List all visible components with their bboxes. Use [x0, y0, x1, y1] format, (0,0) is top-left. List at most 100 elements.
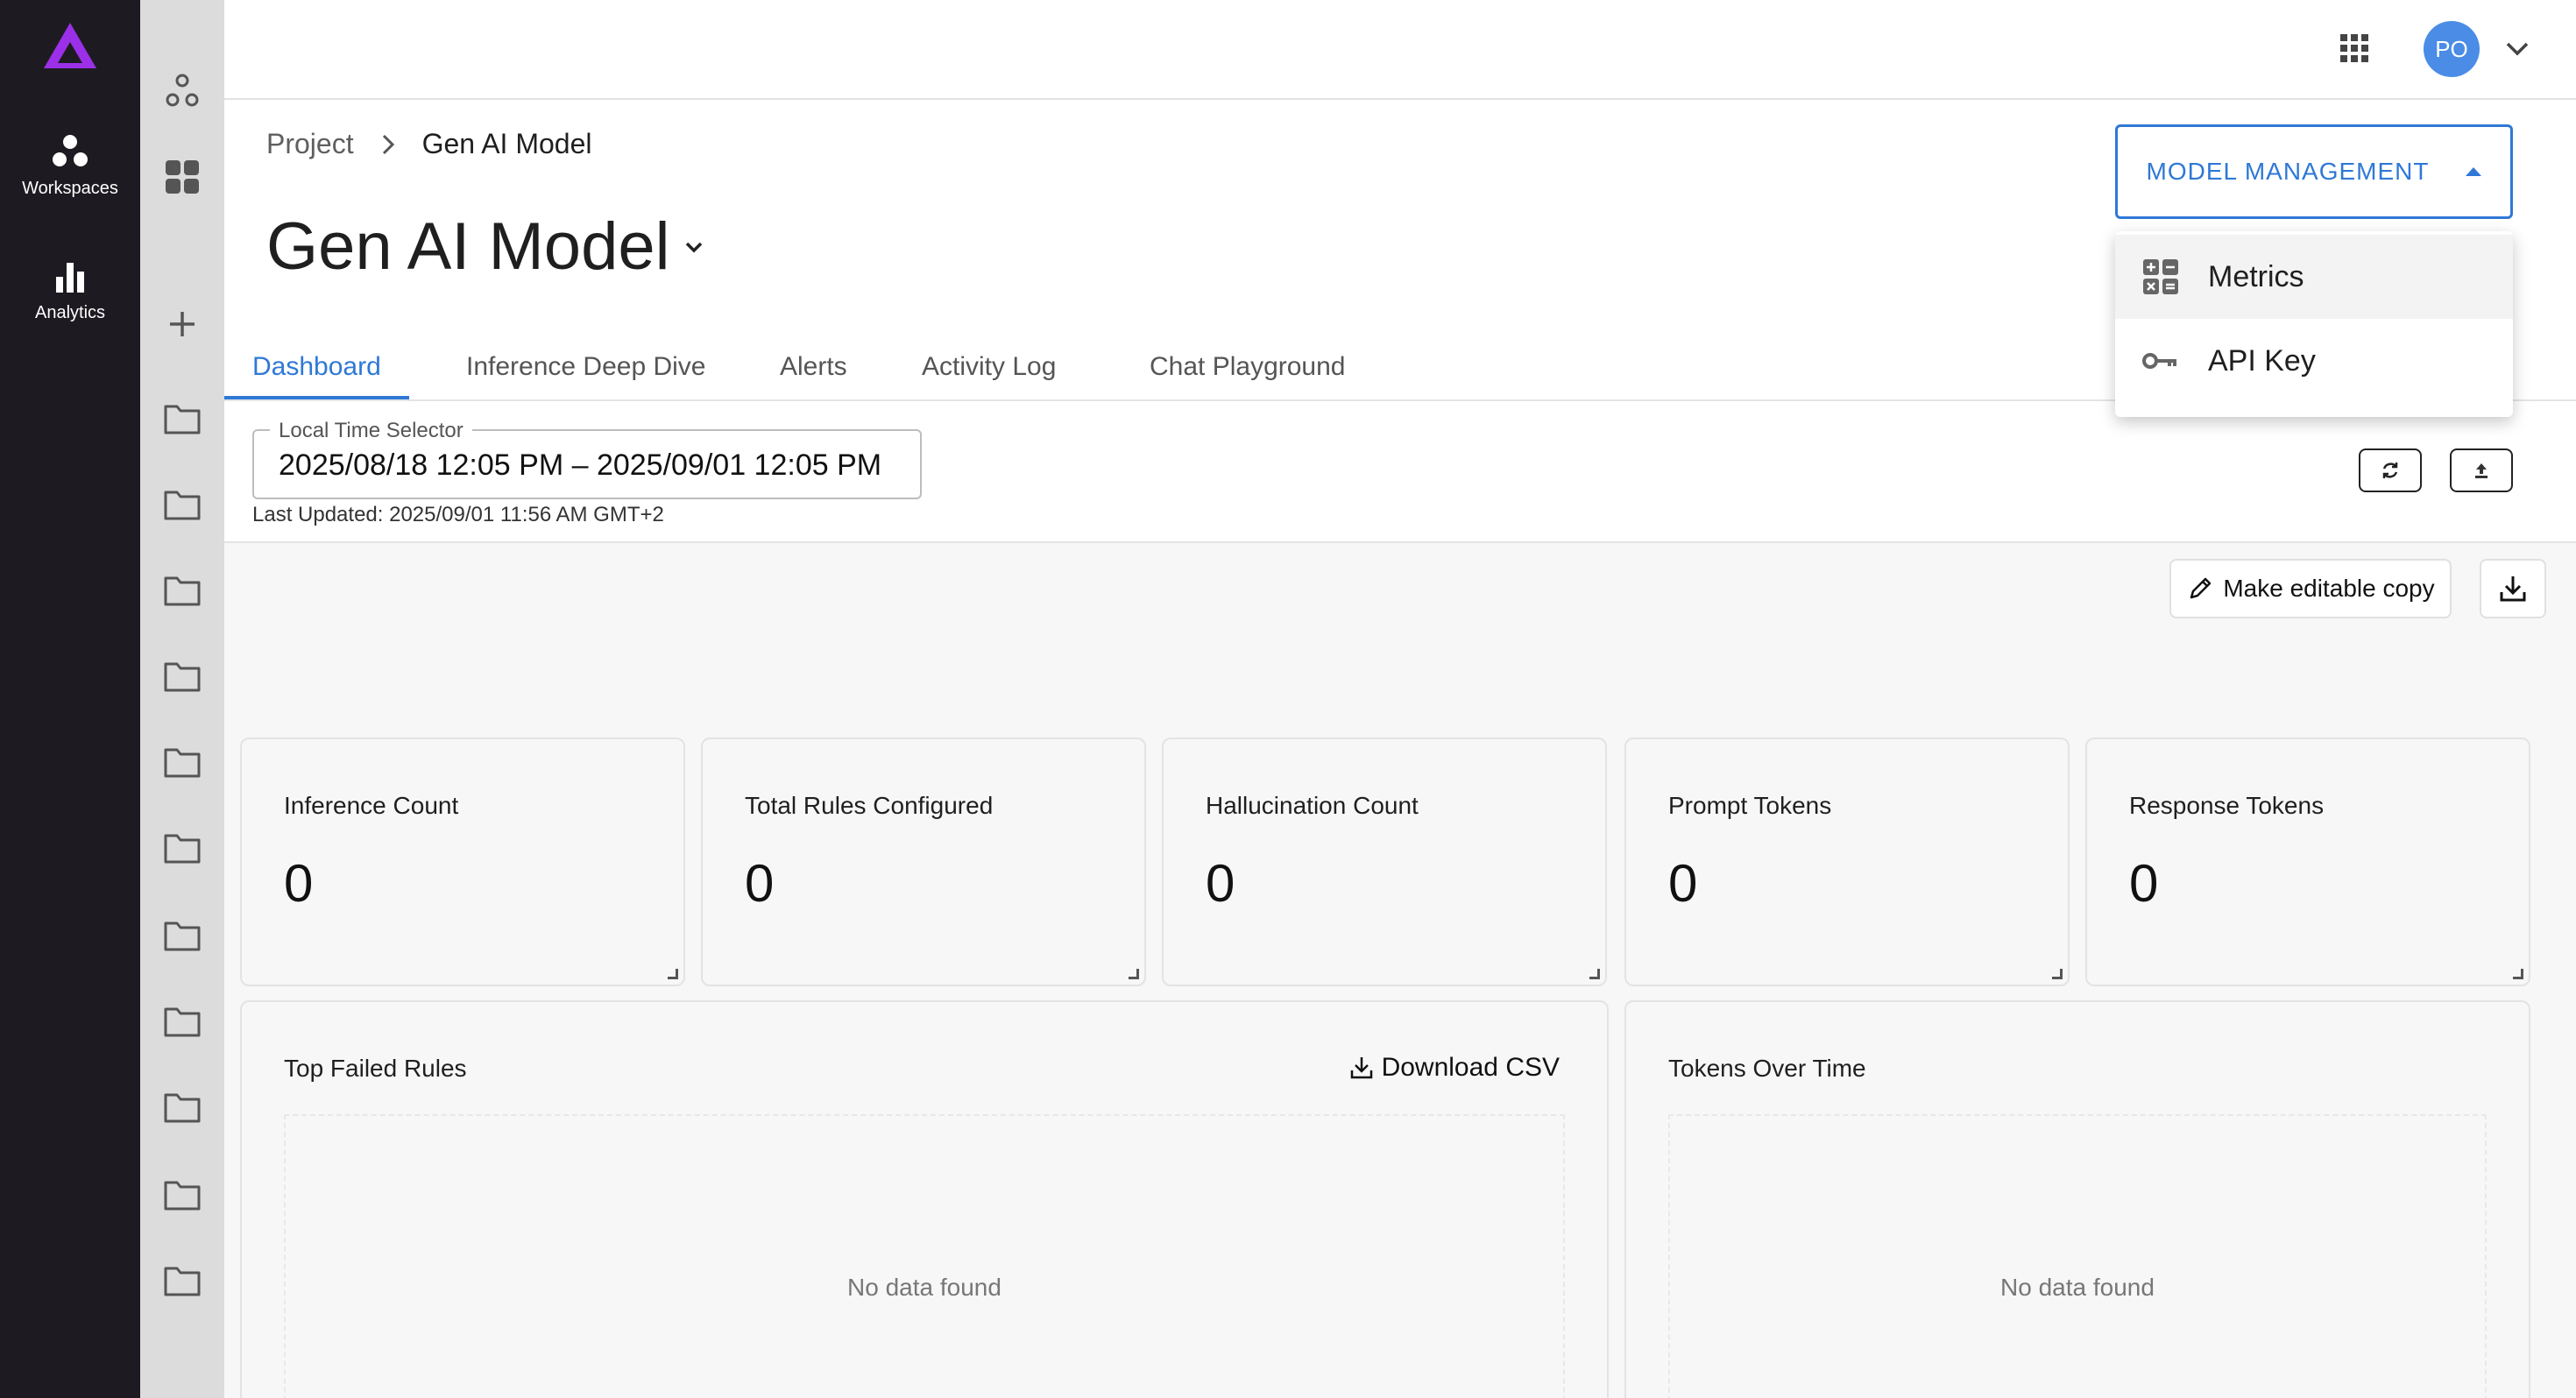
rail-folder-7[interactable] — [140, 909, 224, 962]
key-icon — [2141, 342, 2180, 380]
top-bar: PO — [224, 0, 2576, 100]
nav-item-label: Analytics — [34, 303, 106, 322]
menu-item-label: Metrics — [2208, 259, 2304, 293]
nav-item-label: Workspaces — [22, 179, 118, 198]
caret-up-icon — [2465, 166, 2482, 177]
rail-folder-3[interactable] — [140, 564, 224, 617]
refresh-button[interactable] — [2359, 448, 2422, 492]
empty-state-text: No data found — [2000, 1274, 2155, 1301]
stat-card-hallucination-count: Hallucination Count 0 — [1162, 738, 1607, 986]
resize-handle[interactable] — [1129, 969, 1139, 979]
nav-item-workspaces[interactable]: Workspaces — [0, 131, 140, 199]
stat-title: Inference Count — [284, 792, 459, 819]
nav-item-analytics[interactable]: Analytics — [0, 259, 140, 323]
tab-chat-playground[interactable]: Chat Playground — [1122, 342, 1373, 399]
page-title-row: Gen AI Model — [266, 208, 705, 285]
stat-value: 0 — [284, 854, 314, 913]
folder-icon — [164, 1181, 201, 1211]
model-switcher-chevron-icon[interactable] — [683, 238, 705, 256]
app-logo[interactable] — [40, 19, 100, 74]
rail-workspaces-button[interactable] — [140, 65, 224, 117]
chart-area — [284, 1114, 1565, 1398]
rail-folder-1[interactable] — [140, 392, 224, 445]
chart-area — [1668, 1114, 2487, 1398]
menu-item-metrics[interactable]: Metrics — [2115, 235, 2513, 319]
folder-icon — [164, 1267, 201, 1296]
resize-handle[interactable] — [2052, 969, 2063, 979]
stat-value: 0 — [1206, 854, 1235, 913]
rail-add-button[interactable] — [140, 298, 224, 350]
plus-icon — [170, 312, 195, 336]
resize-handle[interactable] — [1589, 969, 1600, 979]
make-editable-copy-button[interactable]: Make editable copy — [2169, 559, 2452, 618]
stat-value: 0 — [745, 854, 775, 913]
rail-folder-4[interactable] — [140, 650, 224, 703]
breadcrumb-current: Gen AI Model — [421, 128, 592, 159]
stat-title: Hallucination Count — [1206, 792, 1419, 819]
resize-handle[interactable] — [668, 969, 678, 979]
stat-value: 0 — [1668, 854, 1698, 913]
menu-item-api-key[interactable]: API Key — [2115, 319, 2513, 403]
download-dashboard-button[interactable] — [2480, 559, 2546, 618]
rail-folder-2[interactable] — [140, 478, 224, 531]
time-range-value[interactable]: 2025/08/18 12:05 PM – 2025/09/01 12:05 P… — [279, 448, 881, 483]
calculator-icon — [2141, 258, 2180, 296]
panel-top-failed-rules: Top Failed Rules Download CSV No data fo… — [240, 1000, 1609, 1398]
stat-card-response-tokens: Response Tokens 0 — [2085, 738, 2530, 986]
model-management-button[interactable]: MODEL MANAGEMENT — [2115, 124, 2513, 219]
grid-icon — [166, 160, 199, 194]
rail-dashboard-button[interactable] — [140, 151, 224, 203]
folder-icon — [164, 662, 201, 692]
folder-icon — [164, 491, 201, 520]
stat-title: Response Tokens — [2129, 792, 2325, 819]
folder-icon — [164, 1093, 201, 1123]
tab-inference-deep-dive[interactable]: Inference Deep Dive — [438, 342, 734, 399]
folder-icon — [164, 834, 201, 864]
user-avatar[interactable]: PO — [2424, 21, 2480, 77]
stat-card-inference-count: Inference Count 0 — [240, 738, 685, 986]
breadcrumb-project-link[interactable]: Project — [266, 128, 354, 160]
panel-title: Tokens Over Time — [1668, 1055, 1866, 1082]
rail-folder-8[interactable] — [140, 995, 224, 1048]
tab-alerts[interactable]: Alerts — [752, 342, 875, 399]
rail-folder-5[interactable] — [140, 736, 224, 788]
stat-card-total-rules: Total Rules Configured 0 — [701, 738, 1146, 986]
stat-title: Prompt Tokens — [1668, 792, 1832, 819]
rail-folder-9[interactable] — [140, 1081, 224, 1133]
workspaces-icon — [53, 135, 88, 166]
last-updated-text: Last Updated: 2025/09/01 11:56 AM GMT+2 — [252, 503, 664, 526]
folder-icon — [164, 921, 201, 951]
panel-title: Top Failed Rules — [284, 1055, 467, 1082]
time-range-field[interactable]: Local Time Selector 2025/08/18 12:05 PM … — [252, 419, 922, 499]
pencil-icon — [2190, 577, 2212, 599]
chevron-right-icon — [380, 133, 396, 156]
rail-folder-6[interactable] — [140, 822, 224, 874]
tab-dashboard[interactable]: Dashboard — [224, 342, 409, 399]
stat-value: 0 — [2129, 854, 2159, 913]
rail-folder-11[interactable] — [140, 1254, 224, 1307]
secondary-rail — [140, 0, 224, 1398]
upload-button[interactable] — [2450, 448, 2513, 492]
make-editable-copy-label: Make editable copy — [2223, 575, 2435, 602]
stat-title: Total Rules Configured — [745, 792, 994, 819]
tab-activity-log[interactable]: Activity Log — [894, 342, 1084, 399]
upload-icon — [2475, 463, 2488, 478]
rail-folder-10[interactable] — [140, 1169, 224, 1221]
workspaces-outline-icon — [166, 74, 199, 107]
model-management-menu: Metrics API Key — [2115, 231, 2513, 417]
folder-icon — [164, 405, 201, 434]
dashboard-canvas: Make editable copy Inference Count 0 Tot… — [224, 541, 2576, 1398]
resize-handle[interactable] — [2513, 969, 2523, 979]
folder-icon — [164, 576, 201, 606]
primary-nav: Workspaces Analytics — [0, 0, 140, 1398]
breadcrumb: Project Gen AI Model — [266, 128, 591, 160]
download-csv-button[interactable]: Download CSV — [1348, 1053, 1560, 1083]
refresh-icon — [2382, 462, 2398, 478]
chevron-down-icon[interactable] — [2502, 35, 2532, 61]
download-icon — [1350, 1057, 1372, 1079]
page-title: Gen AI Model — [266, 209, 670, 284]
download-csv-label: Download CSV — [1381, 1053, 1560, 1082]
model-management-label: MODEL MANAGEMENT — [2146, 158, 2430, 185]
time-range-label: Local Time Selector — [270, 419, 472, 443]
apps-grid-icon[interactable] — [2339, 33, 2369, 63]
